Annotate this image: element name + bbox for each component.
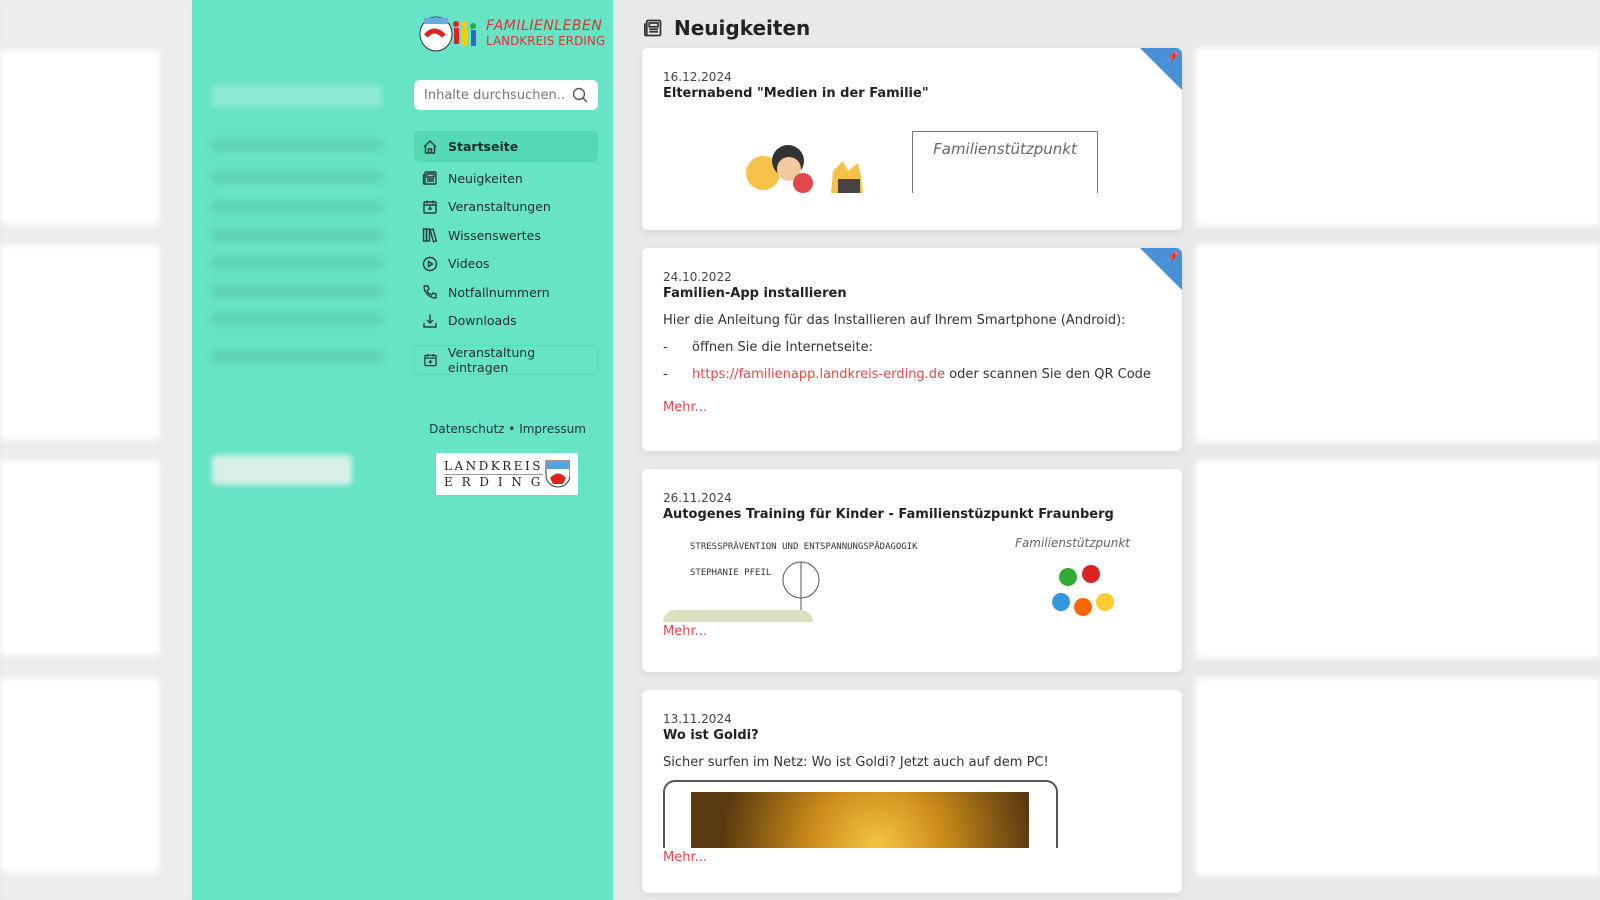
tree-illustration: [782, 561, 820, 610]
nav-item-veranstaltungen[interactable]: Veranstaltungen: [414, 193, 598, 222]
post-image: [663, 780, 1058, 848]
add-event-button[interactable]: Veranstaltung eintragen: [414, 345, 598, 375]
nav-item-videos[interactable]: Videos: [414, 250, 598, 279]
familienleben-logo[interactable]: FAMILIENLEBEN LANDKREIS ERDING: [418, 14, 605, 52]
landkreis-erding-logo[interactable]: LANDKREIS E R D I N G: [436, 453, 578, 495]
download-icon: [423, 314, 437, 328]
footer-links: Datenschutz • Impressum: [429, 422, 586, 436]
news-card[interactable]: 📌 24.10.2022 Familien-App installieren H…: [642, 248, 1182, 451]
nav-item-neuigkeiten[interactable]: Neuigkeiten: [414, 164, 598, 193]
search-input[interactable]: [424, 87, 564, 103]
post-image: Familienstützpunkt: [663, 131, 1161, 193]
coat-of-arms-icon: [545, 460, 570, 488]
phone-icon: [423, 285, 437, 299]
blurred-sidebar-copy: [192, 0, 402, 900]
calendar-plus-icon: [424, 353, 437, 367]
list-item: - öffnen Sie die Internetseite:: [663, 340, 873, 355]
blurred-background-right: [1195, 0, 1600, 900]
page-title: Neuigkeiten: [642, 16, 810, 40]
more-link[interactable]: Mehr...: [663, 400, 1161, 415]
search-icon[interactable]: [572, 87, 588, 103]
play-circle-icon: [422, 256, 438, 271]
pinned-badge: 📌: [1140, 48, 1182, 90]
newspaper-icon: [644, 19, 662, 37]
newspaper-icon: [422, 171, 437, 186]
nav-item-notfallnummern[interactable]: Notfallnummern: [414, 278, 598, 307]
more-link[interactable]: Mehr...: [663, 850, 1161, 865]
hands-illustration: [1052, 565, 1114, 616]
home-icon: [423, 139, 437, 154]
impressum-link[interactable]: Impressum: [519, 422, 586, 436]
pin-icon: 📌: [1166, 52, 1179, 63]
more-link[interactable]: Mehr...: [663, 624, 1161, 639]
pin-icon: 📌: [1166, 252, 1179, 263]
news-card[interactable]: 26.11.2024 Autogenes Training für Kinder…: [642, 469, 1182, 672]
main-nav: Startseite Neuigkeiten Veranstaltungen W…: [414, 131, 598, 375]
sidebar: FAMILIENLEBEN LANDKREIS ERDING Startseit…: [402, 0, 613, 900]
calendar-star-icon: [423, 200, 437, 214]
nav-item-wissenswertes[interactable]: Wissenswertes: [414, 221, 598, 250]
nav-item-startseite[interactable]: Startseite: [414, 131, 598, 162]
search-box: [414, 80, 598, 110]
post-image: STRESSPRÄVENTION UND ENTSPANNUNGSPÄDAGOG…: [663, 536, 1161, 622]
list-item: - https://familienapp.landkreis-erding.de…: [663, 367, 1151, 382]
familienapp-link[interactable]: https://familienapp.landkreis-erding.de: [692, 367, 945, 382]
datenschutz-link[interactable]: Datenschutz: [429, 422, 504, 436]
blurred-background-left: [0, 0, 192, 900]
nav-item-downloads[interactable]: Downloads: [414, 307, 598, 336]
pinned-badge: 📌: [1140, 248, 1182, 290]
news-card[interactable]: 📌 16.12.2024 Elternabend "Medien in der …: [642, 48, 1182, 230]
logo-figures-icon: [419, 16, 476, 52]
news-card[interactable]: 13.11.2024 Wo ist Goldi? Sicher surfen i…: [642, 690, 1182, 893]
family-illustration: [746, 145, 863, 193]
books-icon: [422, 228, 438, 243]
